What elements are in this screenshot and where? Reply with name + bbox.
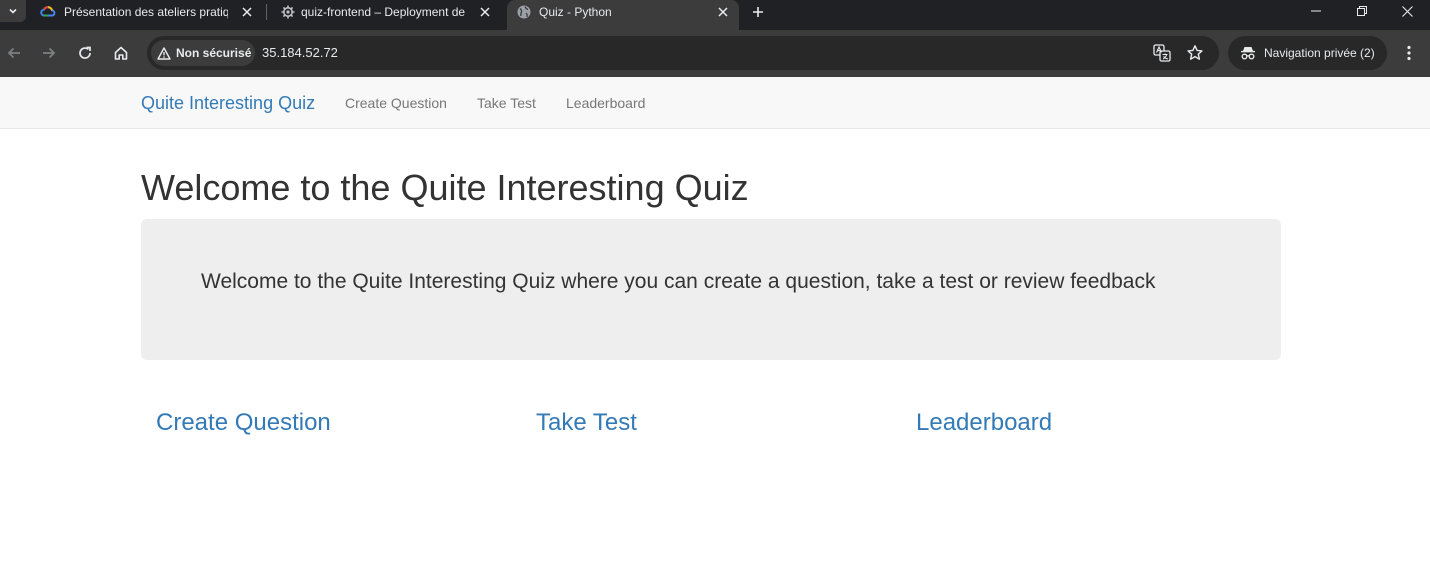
tab-strip: Présentation des ateliers pratiqu quiz-f… bbox=[0, 0, 1430, 30]
translate-icon[interactable] bbox=[1153, 44, 1171, 62]
restore-button[interactable] bbox=[1339, 0, 1385, 22]
gear-icon bbox=[281, 5, 295, 19]
more-vert-icon bbox=[1407, 45, 1411, 61]
address-bar[interactable]: Non sécurisé 35.184.52.72 bbox=[147, 36, 1219, 70]
back-button[interactable] bbox=[3, 42, 25, 64]
home-icon bbox=[114, 46, 128, 60]
nav-link-take-test[interactable]: Take Test bbox=[477, 94, 536, 112]
site-navbar: Quite Interesting Quiz Create Question T… bbox=[0, 77, 1430, 129]
welcome-text: Welcome to the Quite Interesting Quiz wh… bbox=[201, 270, 1156, 293]
minimize-icon bbox=[1311, 10, 1321, 12]
url-text[interactable]: 35.184.52.72 bbox=[262, 45, 338, 60]
nav-link-create-question[interactable]: Create Question bbox=[345, 94, 447, 112]
section-link-leaderboard[interactable]: Leaderboard bbox=[916, 408, 1052, 438]
warning-icon bbox=[157, 46, 171, 60]
bookmark-star-icon[interactable] bbox=[1186, 44, 1204, 62]
section-link-take-test[interactable]: Take Test bbox=[536, 408, 637, 438]
chevron-down-icon bbox=[9, 8, 17, 14]
page-title: Welcome to the Quite Interesting Quiz bbox=[141, 167, 749, 208]
browser-toolbar: Non sécurisé 35.184.52.72 Navigation pri… bbox=[0, 30, 1430, 77]
new-tab-button[interactable] bbox=[748, 2, 768, 22]
incognito-chip[interactable]: Navigation privée (2) bbox=[1228, 36, 1387, 70]
tab-separator bbox=[266, 4, 267, 20]
nav-link-leaderboard[interactable]: Leaderboard bbox=[566, 94, 645, 112]
tab-search-button[interactable] bbox=[0, 0, 26, 22]
globe-icon bbox=[517, 5, 531, 19]
google-cloud-icon bbox=[40, 6, 56, 17]
minimize-button[interactable] bbox=[1293, 0, 1339, 22]
welcome-jumbotron: Welcome to the Quite Interesting Quiz wh… bbox=[141, 219, 1281, 360]
close-icon bbox=[1401, 5, 1413, 17]
tab-presentation[interactable]: Présentation des ateliers pratiqu bbox=[28, 0, 264, 30]
tab-title: Quiz - Python bbox=[539, 5, 612, 19]
incognito-label: Navigation privée (2) bbox=[1264, 46, 1375, 60]
reload-icon bbox=[79, 46, 91, 59]
brand-link[interactable]: Quite Interesting Quiz bbox=[141, 92, 315, 114]
close-window-button[interactable] bbox=[1384, 0, 1430, 22]
tab-title: Présentation des ateliers pratiqu bbox=[64, 5, 228, 19]
browser-menu-button[interactable] bbox=[1399, 42, 1419, 64]
incognito-icon bbox=[1241, 47, 1255, 60]
restore-icon bbox=[1357, 6, 1367, 16]
plus-icon bbox=[753, 7, 763, 17]
forward-button[interactable] bbox=[38, 42, 60, 64]
close-icon[interactable] bbox=[476, 3, 494, 21]
close-icon[interactable] bbox=[238, 3, 256, 21]
section-link-create-question[interactable]: Create Question bbox=[156, 408, 331, 438]
tab-title: quiz-frontend – Deployment de bbox=[301, 5, 466, 19]
tab-quiz-python[interactable]: Quiz - Python bbox=[507, 0, 739, 30]
reload-button[interactable] bbox=[74, 42, 96, 64]
security-chip[interactable]: Non sécurisé bbox=[151, 40, 255, 66]
tab-quiz-frontend[interactable]: quiz-frontend – Deployment de bbox=[268, 0, 504, 30]
forward-arrow-icon bbox=[43, 47, 56, 59]
back-arrow-icon bbox=[7, 47, 20, 59]
home-button[interactable] bbox=[110, 42, 132, 64]
close-icon[interactable] bbox=[714, 3, 732, 21]
security-label: Non sécurisé bbox=[176, 46, 252, 60]
